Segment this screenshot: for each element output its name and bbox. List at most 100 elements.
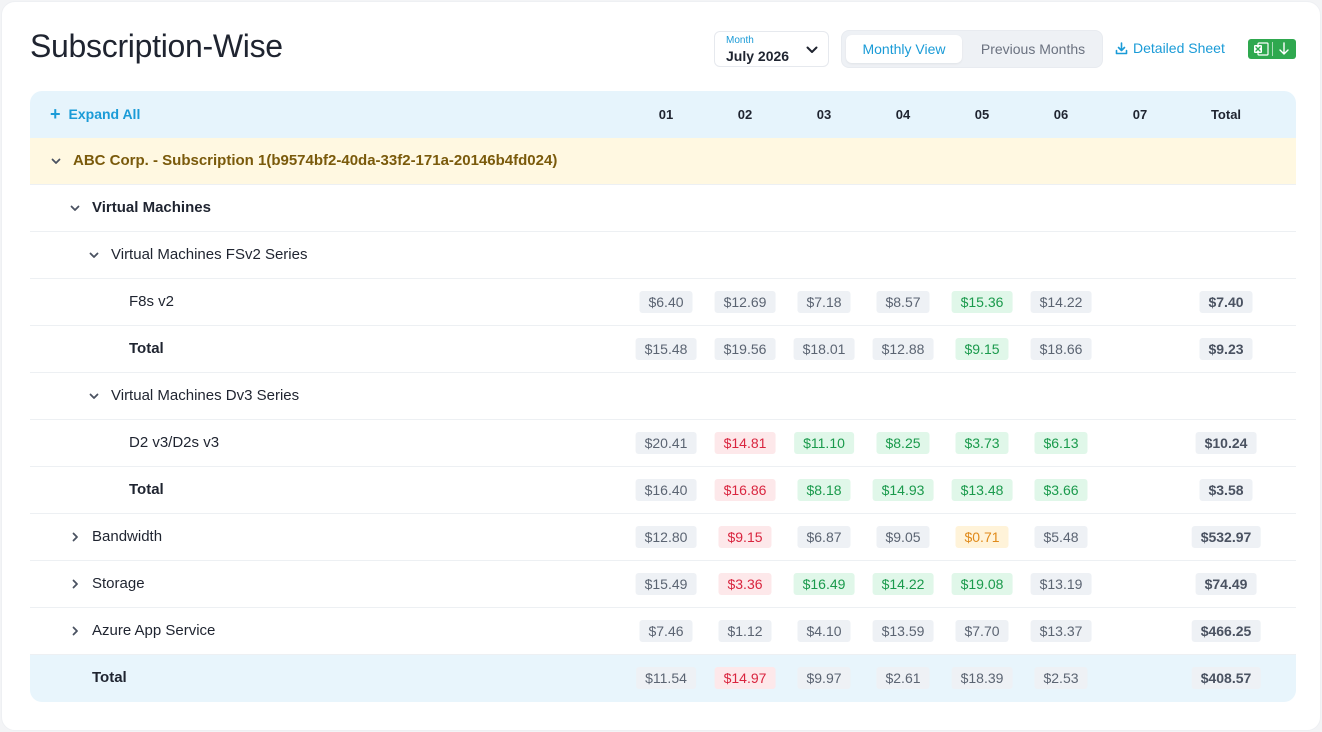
chevron-down-icon[interactable]	[69, 202, 81, 214]
row-total-value: $3.58	[1199, 479, 1253, 501]
chevron-right-icon[interactable]	[69, 578, 81, 590]
table-row[interactable]: Storage $15.49 $3.36 $16.49 $14.22 $19.08 $13.…	[30, 561, 1296, 608]
cost-value: $7.18	[797, 291, 851, 313]
cost-value: $3.36	[718, 573, 772, 595]
cost-value: $13.48	[951, 479, 1013, 501]
month-value: July 2026	[726, 48, 790, 64]
cost-value: $14.22	[872, 573, 934, 595]
cost-value: $9.97	[797, 667, 851, 689]
month-select[interactable]: Month July 2026	[714, 31, 829, 67]
cost-value: $12.80	[635, 526, 697, 548]
cost-value: $1.12	[718, 620, 772, 642]
cost-value: $11.54	[636, 667, 696, 689]
row-label: D2 v3/D2s v3	[129, 434, 220, 451]
cost-value: $13.59	[872, 620, 934, 642]
table-row: F8s v2 $6.40 $12.69 $7.18 $8.57 $15.36 $14.22 $…	[30, 279, 1296, 326]
cost-value: $2.53	[1034, 667, 1088, 689]
cost-value: $11.10	[794, 432, 854, 454]
cost-value: $9.15	[955, 338, 1009, 360]
chevron-down-icon[interactable]	[50, 155, 62, 167]
table-row[interactable]: ABC Corp. - Subscription 1(b9574bf2-40da…	[30, 138, 1296, 185]
column-header: 03	[816, 107, 832, 122]
cost-value: $14.22	[1030, 291, 1092, 313]
plus-icon: +	[50, 104, 61, 124]
table-row[interactable]: Bandwidth $12.80 $9.15 $6.87 $9.05 $0.71 $5.48…	[30, 514, 1296, 561]
detailed-sheet-label: Detailed Sheet	[1133, 40, 1225, 56]
cost-value: $4.10	[797, 620, 851, 642]
row-label: Virtual Machines FSv2 Series	[111, 246, 308, 263]
row-label: Total	[92, 669, 127, 686]
cost-value: $8.57	[876, 291, 930, 313]
table-row: D2 v3/D2s v3 $20.41 $14.81 $11.10 $8.25 $3.73…	[30, 420, 1296, 467]
cost-value: $9.05	[876, 526, 930, 548]
column-header: Total	[1210, 107, 1242, 122]
detailed-sheet-link[interactable]: Detailed Sheet	[1115, 40, 1225, 56]
chevron-down-icon[interactable]	[88, 390, 100, 402]
row-total-value: $7.40	[1199, 291, 1253, 313]
row-label: Total	[129, 340, 164, 357]
cost-value: $14.93	[872, 479, 934, 501]
cost-value: $6.13	[1034, 432, 1088, 454]
download-icon	[1115, 41, 1128, 54]
cost-value: $16.40	[635, 479, 697, 501]
column-header: 07	[1132, 107, 1148, 122]
cost-value: $15.48	[635, 338, 697, 360]
row-label: Bandwidth	[92, 528, 163, 545]
cost-value: $6.87	[797, 526, 851, 548]
table-row[interactable]: Virtual Machines FSv2 Series	[30, 232, 1296, 279]
row-label: Virtual Machines Dv3 Series	[111, 387, 300, 404]
cost-value: $20.41	[635, 432, 697, 454]
cost-value: $13.19	[1030, 573, 1092, 595]
row-total-value: $9.23	[1199, 338, 1253, 360]
cost-value: $13.37	[1030, 620, 1092, 642]
download-icon	[1279, 42, 1289, 55]
cost-table: + Expand All 01 02 03 04 05 06 07 Total ABC Cor…	[30, 91, 1296, 702]
row-label: Total	[129, 481, 164, 498]
cost-value: $2.61	[876, 667, 930, 689]
expand-all-button[interactable]: + Expand All	[50, 91, 140, 137]
column-header: 02	[737, 107, 753, 122]
table-row[interactable]: Virtual Machines	[30, 185, 1296, 232]
cost-value: $12.69	[714, 291, 776, 313]
column-header: 05	[974, 107, 990, 122]
tab-previous-months[interactable]: Previous Months	[966, 35, 1100, 63]
row-total-value: $466.25	[1191, 620, 1261, 642]
cost-value: $14.97	[714, 667, 776, 689]
cost-value: $6.40	[639, 291, 693, 313]
table-row[interactable]: Azure App Service $7.46 $1.12 $4.10 $13.59 $7…	[30, 608, 1296, 655]
row-total-value: $532.97	[1191, 526, 1261, 548]
cost-value: $18.39	[951, 667, 1013, 689]
row-total-value: $10.24	[1195, 432, 1257, 454]
table-row: Total $15.48 $19.56 $18.01 $12.88 $9.15 $18.66…	[30, 326, 1296, 373]
chevron-right-icon[interactable]	[69, 625, 81, 637]
column-header: 01	[658, 107, 674, 122]
month-caption: Month	[726, 35, 754, 46]
row-total-value: $408.57	[1191, 667, 1261, 689]
cost-value: $18.66	[1030, 338, 1092, 360]
cost-value: $8.18	[797, 479, 851, 501]
cost-value: $3.66	[1034, 479, 1088, 501]
cost-value: $8.25	[876, 432, 930, 454]
chevron-down-icon	[806, 46, 818, 53]
cost-value: $9.15	[718, 526, 772, 548]
tab-monthly-view[interactable]: Monthly View	[846, 35, 962, 63]
cost-value: $12.88	[872, 338, 934, 360]
page-title: Subscription-Wise	[30, 28, 283, 64]
table-row: Total $11.54 $14.97 $9.97 $2.61 $18.39 $2.53 $4…	[30, 655, 1296, 702]
cost-value: $7.70	[955, 620, 1009, 642]
cost-value: $5.48	[1034, 526, 1088, 548]
excel-download-button[interactable]	[1248, 39, 1296, 59]
column-header: 04	[895, 107, 911, 122]
table-row[interactable]: Virtual Machines Dv3 Series	[30, 373, 1296, 420]
excel-divider	[1272, 42, 1273, 56]
chevron-down-icon[interactable]	[88, 249, 100, 261]
cost-value: $18.01	[793, 338, 855, 360]
row-label: ABC Corp. - Subscription 1(b9574bf2-40da…	[73, 152, 558, 169]
cost-value: $19.08	[951, 573, 1013, 595]
row-label: Azure App Service	[92, 622, 216, 639]
cost-value: $0.71	[955, 526, 1009, 548]
chevron-right-icon[interactable]	[69, 531, 81, 543]
cost-value: $14.81	[714, 432, 776, 454]
cost-value: $19.56	[714, 338, 776, 360]
row-total-value: $74.49	[1195, 573, 1257, 595]
